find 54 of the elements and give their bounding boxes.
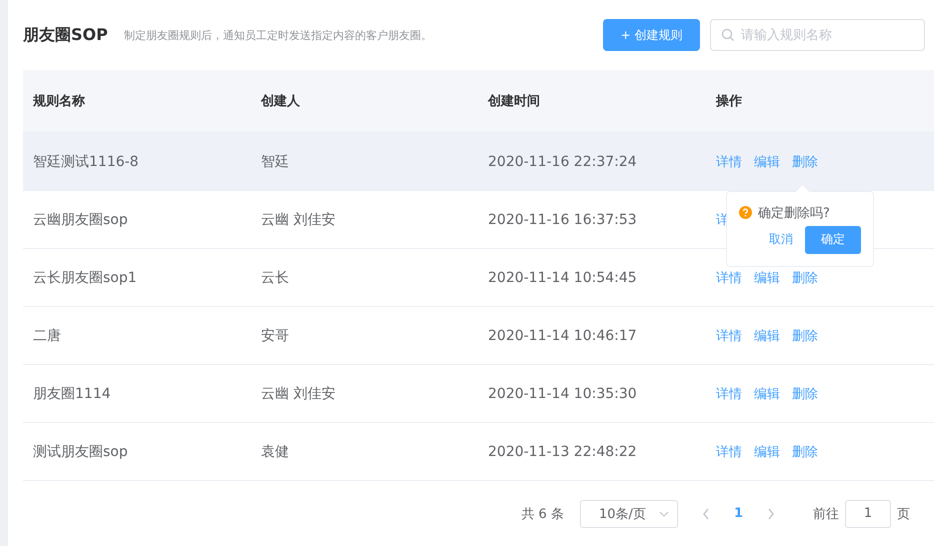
column-header: 创建时间	[486, 93, 541, 110]
action-link[interactable]: 编辑	[754, 268, 780, 287]
confirm-message: 确定删除吗?	[758, 204, 830, 222]
action-link[interactable]: 删除	[792, 326, 818, 345]
table-cell: 安哥	[261, 328, 289, 344]
previous-page-icon[interactable]	[702, 508, 710, 520]
action-link[interactable]: 详情	[716, 384, 742, 403]
table-cell: 智廷	[261, 154, 289, 170]
page-suffix: 页	[897, 506, 910, 523]
table-cell: 2020-11-16 22:37:24	[488, 154, 637, 170]
table-cell: 云长	[261, 270, 289, 286]
next-page-icon[interactable]	[767, 508, 775, 520]
action-link[interactable]: 详情	[716, 152, 742, 171]
create-rule-button[interactable]: + 创建规则	[603, 19, 700, 52]
action-link[interactable]: 详情	[716, 442, 742, 461]
caret-icon	[658, 510, 669, 517]
action-link[interactable]: 删除	[792, 442, 818, 461]
table-cell: 云幽朋友圈sop	[33, 212, 128, 228]
action-link[interactable]: 删除	[792, 268, 818, 287]
table-cell: 智廷测试1116-8	[33, 154, 139, 170]
action-link[interactable]: 编辑	[754, 152, 780, 171]
column-header: 规则名称	[32, 93, 86, 110]
question-icon	[739, 206, 752, 220]
page-size-select[interactable]: 10条/页	[580, 500, 678, 528]
action-link[interactable]: 编辑	[754, 384, 780, 403]
action-link[interactable]: 删除	[792, 384, 818, 403]
action-link[interactable]: 编辑	[754, 442, 780, 461]
search-field[interactable]: 请输入规则名称	[710, 19, 925, 52]
table-cell: 云幽 刘佳安	[261, 386, 336, 402]
action-link[interactable]: 删除	[792, 152, 818, 171]
table-cell: 2020-11-14 10:54:45	[488, 270, 637, 286]
page-title: 朋友圈SOP	[23, 24, 108, 46]
table-cell: 袁健	[261, 444, 289, 460]
table-cell: 二唐	[33, 328, 61, 344]
table-cell: 2020-11-16 16:37:53	[488, 212, 637, 228]
table-cell: 云幽 刘佳安	[261, 212, 336, 228]
goto-label: 前往	[813, 506, 839, 523]
action-link[interactable]: 详情	[716, 326, 742, 345]
action-link[interactable]: 编辑	[754, 326, 780, 345]
page-description: 制定朋友圈规则后，通知员工定时发送指定内容的客户朋友圈。	[124, 28, 432, 43]
confirm-button[interactable]: 确定	[805, 226, 861, 254]
total-count: 共 6 条	[521, 506, 564, 523]
column-header: 操作	[714, 93, 743, 110]
table-cell: 朋友圈1114	[33, 386, 111, 402]
table-cell: 2020-11-14 10:35:30	[488, 386, 637, 402]
table-cell: 云长朋友圈sop1	[33, 270, 137, 286]
page-number[interactable]: 1	[734, 506, 743, 522]
page-input[interactable]: 1	[845, 500, 891, 528]
table-cell: 测试朋友圈sop	[33, 444, 128, 460]
cancel-link[interactable]: 取消	[769, 231, 793, 248]
action-link[interactable]: 详情	[716, 268, 742, 287]
table-cell: 2020-11-13 22:48:22	[488, 444, 637, 460]
column-header: 创建人	[260, 93, 301, 110]
table-cell: 2020-11-14 10:46:17	[488, 328, 637, 344]
